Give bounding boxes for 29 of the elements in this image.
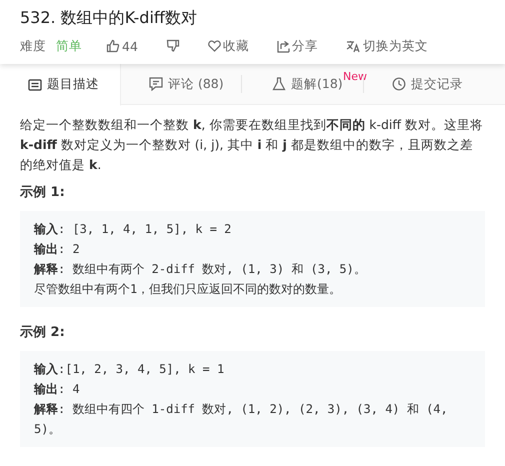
code-line: 输出: 4 [34,381,81,398]
tab[interactable]: 评论 (88) [121,64,242,104]
share-button[interactable]: 分享 [276,38,318,54]
problem-description: 给定一个整数数组和一个整数 k, 你需要在数组里找到不同的 k-diff 数对。这里将 k-diff 数对定义为一个整数对 (i, j), 其中 i 和 j 都是数组中的数字，且两数之差的绝对值是 k. [20,116,484,174]
difficulty-label: 难度 [20,38,46,54]
favorite-button[interactable]: 收藏 [208,38,249,54]
thumbs-up-icon [106,39,120,53]
difficulty-value: 简单 [56,38,82,54]
flask-icon [272,77,286,91]
problem-title: 532. 数组中的K-diff数对 [20,7,198,29]
clock-icon [392,77,406,91]
translate-button[interactable]: 切换为英文 [346,38,428,54]
dislike-button[interactable] [166,39,180,53]
code-line: 解释: 数组中有四个 1-diff 数对, (1, 2), (2, 3), (3, 4) 和 (4, 5)。 [34,401,449,438]
code-line: 输出: 2 [34,241,81,258]
like-button[interactable]: 44 [106,38,138,54]
heart-icon [208,40,221,52]
translate-icon [346,40,361,52]
thumbs-down-icon [166,39,180,53]
example-heading: 示例 2: [20,324,66,341]
example-heading: 示例 1: [20,184,66,201]
comment-icon [149,77,163,91]
code-line: 尽管数组中有两个1，但我们只应返回不同的数对的数量。 [34,281,342,298]
list-window-icon [28,78,42,90]
code-line: 解释: 数组中有两个 2-diff 数对, (1, 3) 和 (3, 5)。 [34,261,367,278]
tab[interactable]: 题目描述 [0,64,121,106]
code-line: 输入: [3, 1, 4, 1, 5], k = 2 [34,221,232,238]
code-line: 输入:[1, 2, 3, 4, 5], k = 1 [34,361,226,378]
share-icon [276,40,290,52]
